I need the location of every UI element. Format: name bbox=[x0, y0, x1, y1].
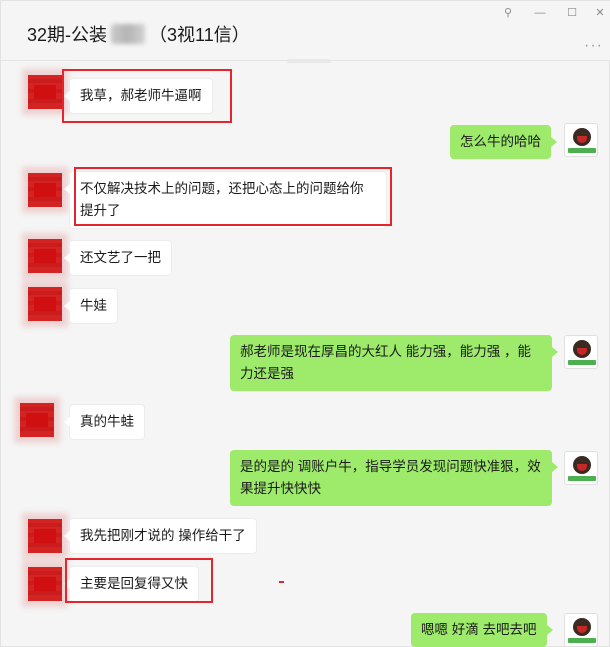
avatar-tag bbox=[568, 476, 596, 481]
blurred-name bbox=[111, 24, 146, 44]
avatar-tag bbox=[568, 148, 596, 153]
avatar-tag bbox=[568, 638, 596, 643]
avatar-face bbox=[573, 456, 591, 474]
message-bubble: 牛娃 bbox=[64, 288, 118, 324]
avatar[interactable] bbox=[564, 335, 598, 369]
avatar[interactable] bbox=[28, 239, 62, 273]
avatar[interactable] bbox=[20, 403, 54, 437]
avatar[interactable] bbox=[28, 75, 62, 109]
message-bubble: 郝老师是现在厚昌的大红人 能力强，能力强 ，能力还是强 bbox=[230, 335, 558, 391]
scroll-indicator bbox=[287, 59, 331, 63]
message-bubble: 是的是的 调账户牛，指导学员发现问题快准狠，效果提升快快快 bbox=[230, 450, 558, 506]
message-bubble: 嗯嗯 好滴 去吧去吧 bbox=[411, 613, 553, 647]
chat-title-prefix: 32期-公装 bbox=[27, 25, 108, 45]
avatar-tag bbox=[568, 360, 596, 365]
avatar[interactable] bbox=[28, 519, 62, 553]
message-bubble: 怎么牛的哈哈 bbox=[450, 125, 557, 159]
avatar[interactable] bbox=[564, 123, 598, 157]
message-bubble: 真的牛蛙 bbox=[64, 404, 145, 440]
avatar-face bbox=[573, 128, 591, 146]
message-bubble: 还文艺了一把 bbox=[64, 240, 172, 276]
red-mark bbox=[279, 581, 284, 583]
minimize-icon[interactable]: — bbox=[529, 5, 551, 21]
avatar[interactable] bbox=[564, 451, 598, 485]
highlight-box bbox=[62, 69, 232, 123]
chat-title-suffix: （3视11信） bbox=[149, 25, 250, 45]
maximize-icon[interactable]: ☐ bbox=[561, 5, 583, 21]
close-icon[interactable]: ✕ bbox=[589, 5, 610, 21]
more-options-icon[interactable]: ··· bbox=[584, 37, 603, 55]
avatar[interactable] bbox=[28, 287, 62, 321]
chat-title: 32期-公装 （3视11信） bbox=[27, 21, 250, 47]
message-bubble: 我先把刚才说的 操作给干了 bbox=[64, 518, 257, 554]
highlight-box bbox=[74, 167, 392, 226]
avatar[interactable] bbox=[28, 567, 62, 601]
avatar[interactable] bbox=[564, 613, 598, 647]
avatar[interactable] bbox=[28, 173, 62, 207]
title-bar: 32期-公装 （3视11信） ⚲ — ☐ ✕ ··· bbox=[1, 1, 610, 61]
chat-window: 32期-公装 （3视11信） ⚲ — ☐ ✕ ··· 我草，郝老师牛逼啊 怎么牛… bbox=[0, 0, 610, 647]
highlight-box bbox=[65, 558, 213, 603]
avatar-face bbox=[573, 618, 591, 636]
avatar-face bbox=[573, 340, 591, 358]
pin-icon[interactable]: ⚲ bbox=[497, 5, 519, 21]
